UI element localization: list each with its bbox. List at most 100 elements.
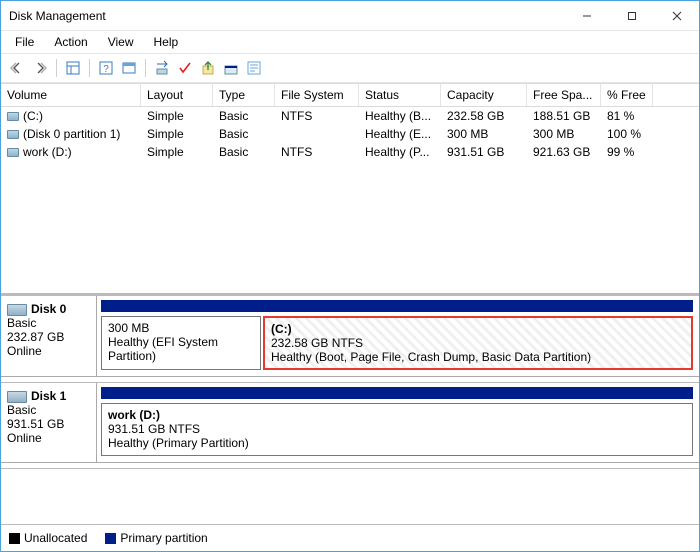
volume-capacity: 300 MB (441, 126, 527, 142)
col-volume[interactable]: Volume (1, 84, 141, 106)
window-root: Disk Management File Action View Help ? … (0, 0, 700, 552)
svg-text:?: ? (103, 64, 109, 75)
volume-name: (Disk 0 partition 1) (23, 127, 120, 141)
volume-layout: Simple (141, 126, 213, 142)
swatch-black-icon (9, 533, 20, 544)
show-hide-tree-button[interactable] (63, 58, 83, 78)
titlebar: Disk Management (1, 1, 699, 31)
partition[interactable]: work (D:)931.51 GB NTFSHealthy (Primary … (101, 403, 693, 456)
volume-status: Healthy (P... (359, 144, 441, 160)
toolbar-separator (56, 59, 57, 77)
volume-name: work (D:) (23, 145, 72, 159)
partition-container: work (D:)931.51 GB NTFSHealthy (Primary … (101, 403, 693, 456)
volume-list-header: Volume Layout Type File System Status Ca… (1, 84, 699, 107)
partition-title: work (D:) (108, 408, 686, 422)
disk-diagram: Disk 0Basic232.87 GBOnline300 MBHealthy … (1, 295, 699, 524)
volume-capacity: 931.51 GB (441, 144, 527, 160)
forward-button[interactable] (30, 58, 50, 78)
legend-unallocated: Unallocated (9, 531, 87, 545)
disk-state: Online (7, 431, 90, 445)
volume-icon (7, 148, 19, 157)
menu-action[interactable]: Action (46, 33, 95, 51)
legend-primary: Primary partition (105, 531, 207, 545)
table-row[interactable]: work (D:) SimpleBasicNTFSHealthy (P...931… (1, 143, 699, 161)
apply-button[interactable] (175, 58, 195, 78)
minimize-button[interactable] (564, 1, 609, 30)
window-title: Disk Management (9, 9, 564, 23)
properties-button[interactable] (244, 58, 264, 78)
volume-fs (275, 126, 359, 142)
disk-header[interactable]: Disk 0Basic232.87 GBOnline (1, 296, 97, 376)
col-status[interactable]: Status (359, 84, 441, 106)
col-layout[interactable]: Layout (141, 84, 213, 106)
disk-row-gap (1, 463, 699, 469)
disk-stripe (101, 300, 693, 312)
volume-free: 188.51 GB (527, 108, 601, 124)
disk-stripe (101, 387, 693, 399)
partition-status: Healthy (Boot, Page File, Crash Dump, Ba… (271, 350, 685, 364)
col-type[interactable]: Type (213, 84, 275, 106)
disk-name: Disk 0 (31, 302, 66, 316)
col-free[interactable]: Free Spa... (527, 84, 601, 106)
disk-body: 300 MBHealthy (EFI System Partition)(C:)… (97, 296, 699, 376)
volume-layout: Simple (141, 144, 213, 160)
volume-list: Volume Layout Type File System Status Ca… (1, 83, 699, 295)
disk-row: Disk 1Basic931.51 GBOnlinework (D:)931.5… (1, 383, 699, 463)
menu-file[interactable]: File (7, 33, 42, 51)
partition-status: Healthy (Primary Partition) (108, 436, 686, 450)
volume-free: 300 MB (527, 126, 601, 142)
volume-fs: NTFS (275, 108, 359, 124)
disk-state: Online (7, 344, 90, 358)
volume-name: (C:) (23, 109, 43, 123)
menu-view[interactable]: View (100, 33, 142, 51)
help-button[interactable]: ? (96, 58, 116, 78)
action-button-1[interactable] (198, 58, 218, 78)
partition-size: 931.51 GB NTFS (108, 422, 686, 436)
menubar: File Action View Help (1, 31, 699, 54)
volume-status: Healthy (E... (359, 126, 441, 142)
volume-fs: NTFS (275, 144, 359, 160)
col-filesystem[interactable]: File System (275, 84, 359, 106)
disk-header[interactable]: Disk 1Basic931.51 GBOnline (1, 383, 97, 462)
volume-icon (7, 130, 19, 139)
toolbar-separator (89, 59, 90, 77)
partition-status: Healthy (EFI System Partition) (108, 335, 254, 363)
partition[interactable]: (C:)232.58 GB NTFSHealthy (Boot, Page Fi… (263, 316, 693, 370)
volume-pct: 81 % (601, 108, 653, 124)
settings-button[interactable] (119, 58, 139, 78)
disk-size: 232.87 GB (7, 330, 90, 344)
col-capacity[interactable]: Capacity (441, 84, 527, 106)
table-row[interactable]: (C:)SimpleBasicNTFSHealthy (B...232.58 G… (1, 107, 699, 125)
volume-pct: 100 % (601, 126, 653, 142)
refresh-button[interactable] (152, 58, 172, 78)
close-button[interactable] (654, 1, 699, 30)
window-buttons (564, 1, 699, 30)
disk-body: work (D:)931.51 GB NTFSHealthy (Primary … (97, 383, 699, 462)
table-row[interactable]: (Disk 0 partition 1)SimpleBasicHealthy (… (1, 125, 699, 143)
partition-size: 300 MB (108, 321, 254, 335)
volume-status: Healthy (B... (359, 108, 441, 124)
disk-icon (7, 304, 27, 316)
disk-icon (7, 391, 27, 403)
action-button-2[interactable] (221, 58, 241, 78)
partition-size: 232.58 GB NTFS (271, 336, 685, 350)
volume-icon (7, 112, 19, 121)
back-button[interactable] (7, 58, 27, 78)
maximize-button[interactable] (609, 1, 654, 30)
toolbar: ? (1, 54, 699, 83)
volume-layout: Simple (141, 108, 213, 124)
disk-type: Basic (7, 316, 90, 330)
volume-type: Basic (213, 144, 275, 160)
legend-primary-label: Primary partition (120, 531, 207, 545)
disk-row: Disk 0Basic232.87 GBOnline300 MBHealthy … (1, 296, 699, 377)
menu-help[interactable]: Help (146, 33, 187, 51)
toolbar-separator (145, 59, 146, 77)
disk-name: Disk 1 (31, 389, 66, 403)
col-pct[interactable]: % Free (601, 84, 653, 106)
volume-list-body[interactable]: (C:)SimpleBasicNTFSHealthy (B...232.58 G… (1, 107, 699, 295)
legend-unallocated-label: Unallocated (24, 531, 87, 545)
partition[interactable]: 300 MBHealthy (EFI System Partition) (101, 316, 261, 370)
disk-size: 931.51 GB (7, 417, 90, 431)
partition-container: 300 MBHealthy (EFI System Partition)(C:)… (101, 316, 693, 370)
volume-pct: 99 % (601, 144, 653, 160)
